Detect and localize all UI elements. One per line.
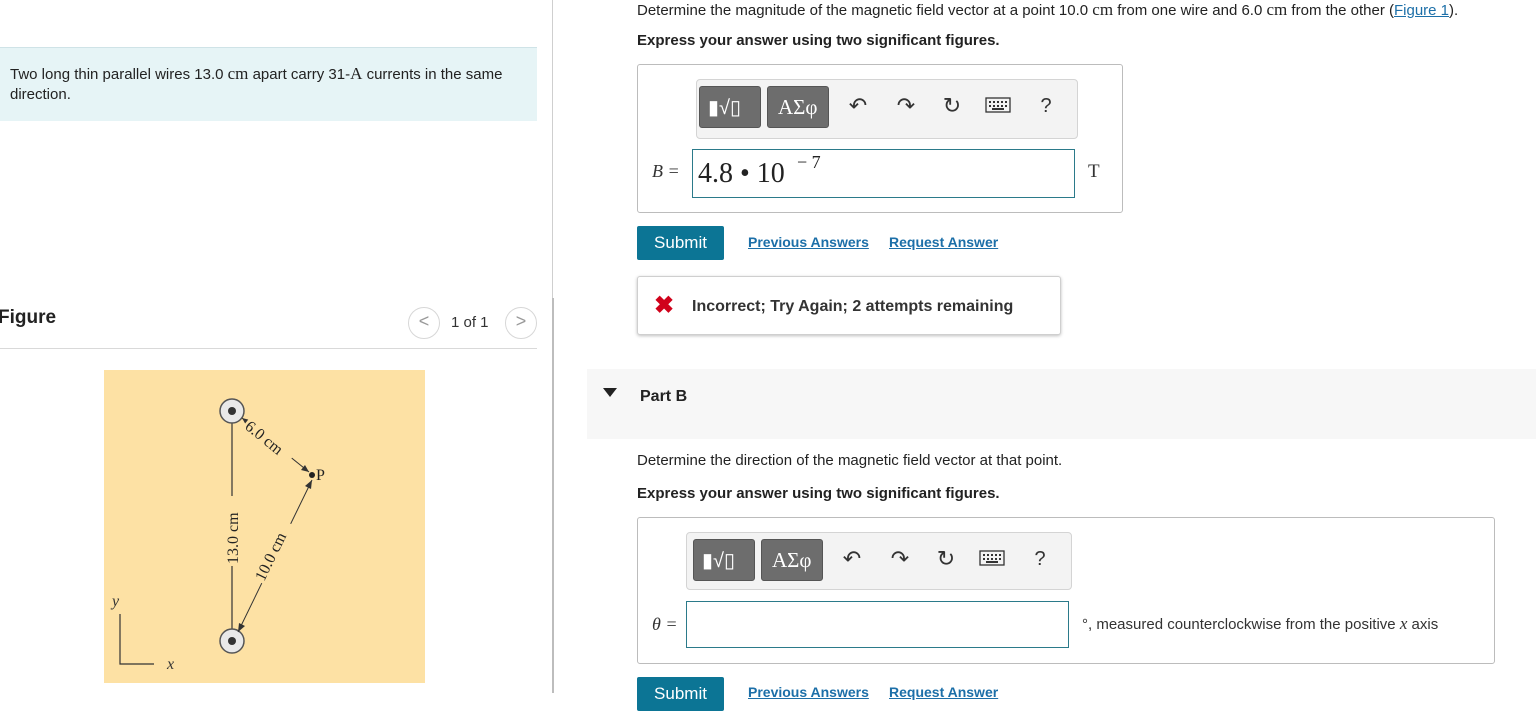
wire-top-icon bbox=[219, 398, 245, 424]
wires-diagram: P 6.0 cm 10.0 cm 13.0 cm y x bbox=[110, 398, 325, 673]
part-a-submit-button[interactable]: Submit bbox=[637, 226, 724, 260]
part-b-answer-input[interactable] bbox=[686, 601, 1069, 648]
keyboard-icon[interactable] bbox=[977, 545, 1007, 573]
part-b-previous-answers-link[interactable]: Previous Answers bbox=[748, 684, 869, 700]
figure-title: Figure bbox=[0, 307, 57, 328]
figure-link[interactable]: Figure 1 bbox=[1394, 2, 1449, 19]
part-a-question: Determine the magnitude of the magnetic … bbox=[637, 0, 1459, 19]
figure-pager-label: 1 of 1 bbox=[451, 314, 489, 331]
reset-icon[interactable]: ↻ bbox=[937, 92, 967, 120]
templates-button[interactable]: ▮√▯ bbox=[693, 539, 755, 581]
part-a-unit: T bbox=[1088, 161, 1100, 182]
incorrect-x-icon: ✖ bbox=[654, 292, 675, 319]
greek-symbols-button[interactable]: ΑΣφ bbox=[767, 86, 829, 128]
templates-icon: ▮√▯ bbox=[708, 97, 741, 119]
part-b-math-toolbar: ▮√▯ ΑΣφ ↶ ↷ ↻ ? bbox=[686, 532, 1072, 590]
undo-icon[interactable]: ↶ bbox=[837, 545, 867, 573]
problem-statement: Two long thin parallel wires 13.0 cm apa… bbox=[10, 64, 503, 103]
undo-icon[interactable]: ↶ bbox=[843, 92, 873, 120]
answer-mantissa: 4.8 • 10 bbox=[698, 158, 785, 189]
part-a-previous-answers-link[interactable]: Previous Answers bbox=[748, 234, 869, 250]
help-icon[interactable]: ? bbox=[1025, 545, 1055, 573]
label-d1: 6.0 cm bbox=[241, 418, 286, 459]
answer-exponent: − 7 bbox=[797, 152, 821, 172]
label-y-axis: y bbox=[110, 593, 120, 610]
reset-icon[interactable]: ↻ bbox=[931, 545, 961, 573]
part-a-instruction: Express your answer using two significan… bbox=[637, 32, 1000, 49]
templates-icon: ▮√▯ bbox=[702, 550, 735, 572]
part-b-instruction: Express your answer using two significan… bbox=[637, 485, 1000, 502]
greek-icon: ΑΣφ bbox=[778, 95, 818, 119]
greek-icon: ΑΣφ bbox=[772, 548, 812, 572]
part-b-title: Part B bbox=[640, 388, 688, 405]
figure-image: P 6.0 cm 10.0 cm 13.0 cm y x bbox=[104, 370, 425, 683]
part-a-math-toolbar: ▮√▯ ΑΣφ ↶ ↷ ↻ ? bbox=[696, 79, 1078, 139]
part-a-answer-input[interactable]: 4.8 • 10 − 7 bbox=[692, 149, 1075, 198]
label-separation: 13.0 cm bbox=[225, 512, 242, 564]
help-icon[interactable]: ? bbox=[1031, 92, 1061, 120]
part-b-request-answer-link[interactable]: Request Answer bbox=[889, 684, 998, 700]
part-b-unit-suffix: °, measured counterclockwise from the po… bbox=[1082, 614, 1439, 633]
part-a-label: B = bbox=[652, 161, 680, 181]
feedback-text: Incorrect; Try Again; 2 attempts remaini… bbox=[692, 298, 1014, 315]
part-b-label: θ = bbox=[652, 614, 678, 634]
chevron-left-icon: < bbox=[418, 311, 430, 331]
point-p-icon bbox=[309, 472, 315, 478]
label-point: P bbox=[316, 467, 325, 484]
label-x-axis: x bbox=[166, 656, 174, 673]
greek-symbols-button[interactable]: ΑΣφ bbox=[761, 539, 823, 581]
part-b-submit-button[interactable]: Submit bbox=[637, 677, 724, 711]
redo-icon[interactable]: ↷ bbox=[885, 545, 915, 573]
part-a-feedback: ✖ Incorrect; Try Again; 2 attempts remai… bbox=[637, 276, 1061, 335]
templates-button[interactable]: ▮√▯ bbox=[699, 86, 761, 128]
figure-divider bbox=[0, 348, 537, 349]
prev-figure-button[interactable]: < bbox=[408, 307, 440, 339]
part-b-header[interactable] bbox=[587, 369, 1536, 439]
next-figure-button[interactable]: > bbox=[505, 307, 537, 339]
caret-down-icon[interactable] bbox=[603, 388, 617, 397]
label-d2: 10.0 cm bbox=[252, 529, 290, 583]
part-a-request-answer-link[interactable]: Request Answer bbox=[889, 234, 998, 250]
wire-bottom-icon bbox=[219, 628, 245, 654]
part-b-question: Determine the direction of the magnetic … bbox=[637, 452, 1063, 469]
part-b-answer-box: ▮√▯ ΑΣφ ↶ ↷ ↻ ? θ = °, measured counterc… bbox=[637, 517, 1495, 664]
pane-resize-handle[interactable] bbox=[552, 298, 554, 693]
chevron-right-icon: > bbox=[515, 311, 527, 331]
part-a-answer-box: ▮√▯ ΑΣφ ↶ ↷ ↻ ? B = 4.8 • 10 − 7 T bbox=[637, 64, 1123, 213]
redo-icon[interactable]: ↷ bbox=[891, 92, 921, 120]
keyboard-icon[interactable] bbox=[983, 92, 1013, 120]
